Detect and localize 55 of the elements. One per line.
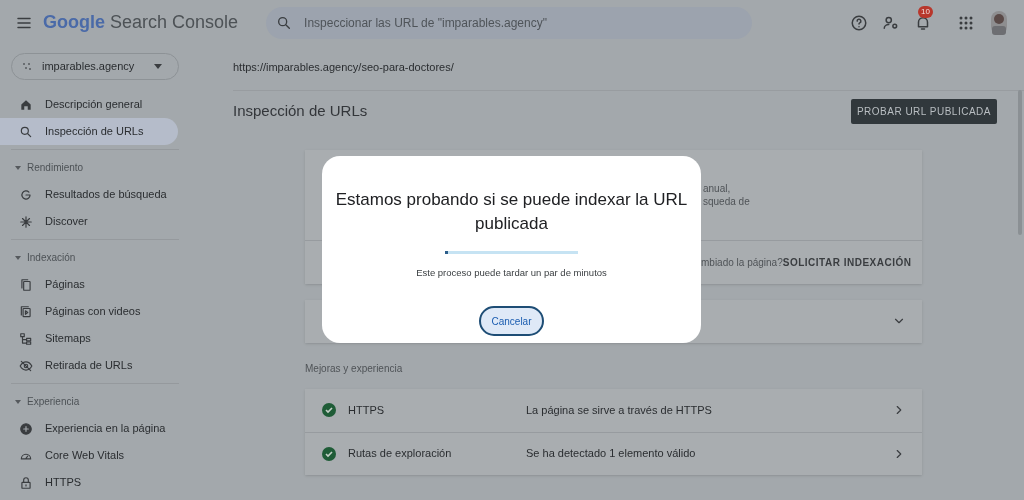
sidebar-item[interactable]: Páginas con videos [0,298,178,325]
status-text: anual, [703,181,732,195]
status-text: squeda de [703,194,751,208]
nav-icon [19,331,33,346]
search-field[interactable]: Inspeccionar las URL de "imparables.agency" [266,6,753,39]
enhancement-row[interactable]: Rutas de exploración Se ha detectado 1 elemento válido [305,431,922,475]
google-logo: Google [43,11,105,34]
check-icon [322,403,336,417]
nav-icon [19,277,33,292]
sidebar-item[interactable]: Retirada de URLs [0,352,178,379]
sidebar-item[interactable]: Resultados de búsqueda [0,181,178,208]
enhancement-name: HTTPS [348,402,386,418]
notification-count: 10 [918,5,933,18]
nav-icon [19,214,33,229]
enhancement-name: Rutas de exploración [348,446,453,462]
sidebar-item[interactable]: Inspección de URLs [0,118,178,145]
nav-icon [19,475,33,490]
cancel-button[interactable]: Cancelar [479,306,544,337]
dialog-title: Estamos probando si se puede indexar la URL publicada [334,189,689,235]
sidebar-item[interactable]: Sitemaps [0,325,178,352]
page-url: https://imparables.agency/seo-para-doctores/ [233,45,1024,91]
sidebar-item[interactable]: HTTPS [0,469,178,496]
nav-icon [19,304,33,319]
sidebar-item[interactable]: Páginas [0,271,178,298]
sidebar-item[interactable]: Core Web Vitals [0,442,178,469]
enhancement-row[interactable]: HTTPS La página se sirve a través de HTTPS [305,388,922,432]
request-question: mbiado la página? [701,255,783,270]
request-indexing-button[interactable]: SOLICITAR INDEXACIÓN [782,254,912,270]
caret-icon [15,398,21,405]
product-name: Search Console [110,11,239,34]
apps-grid-icon[interactable] [958,14,974,31]
dialog-message: Este proceso puede tardar un par de minutos [416,266,607,280]
section-toggle[interactable]: Experiencia [0,388,190,415]
search-icon [276,14,293,31]
nav-icon [19,187,33,202]
site-icon [22,61,32,72]
check-icon [322,446,336,461]
caret-icon [15,164,21,171]
nav-icon [19,358,33,373]
sidebar-item[interactable]: Discover [0,208,178,235]
section-toggle[interactable]: Indexación [0,244,190,271]
help-icon[interactable] [850,13,868,32]
section-label: Mejoras y experiencia [305,361,404,376]
page-title: Inspección de URLs [233,100,368,121]
enhancement-status: La página se sirve a través de HTTPS [526,402,713,418]
dropdown-icon [154,64,162,69]
nav-icon [19,124,33,139]
test-live-url-button[interactable]: PROBAR URL PUBLICADA [850,98,997,124]
avatar-icon[interactable] [988,10,1010,35]
caret-icon [15,254,21,261]
sidebar-item[interactable]: Experiencia en la página [0,415,178,442]
sidebar-item[interactable]: Descripción general [0,91,178,118]
section-toggle[interactable]: Rendimiento [0,154,190,181]
enhancement-status: Se ha detectado 1 elemento válido [526,446,697,462]
nav-icon [19,421,33,436]
